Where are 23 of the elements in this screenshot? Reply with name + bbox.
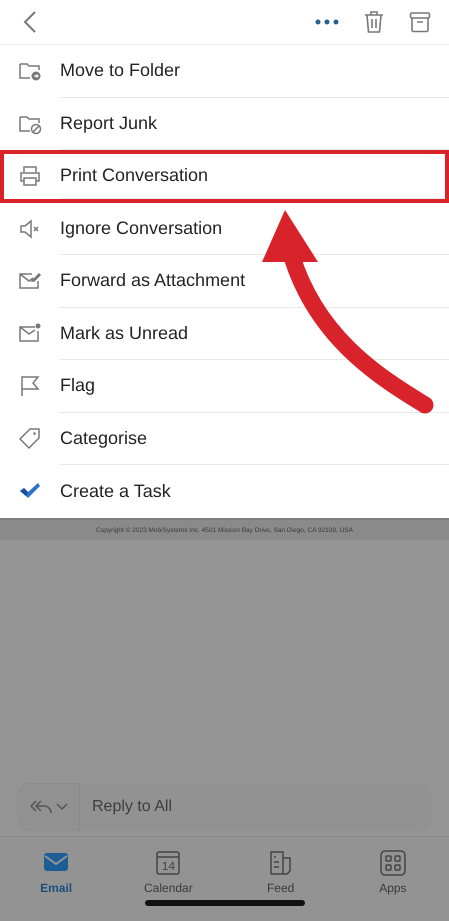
- reply-all-icon: [30, 798, 68, 814]
- archive-icon: [409, 11, 431, 33]
- tab[interactable]: 14 Calendar: [112, 836, 224, 898]
- printer-icon: [18, 164, 42, 188]
- menu-item[interactable]: Ignore Conversation: [0, 202, 449, 255]
- back-icon: [22, 10, 38, 34]
- menu-item[interactable]: Move to Folder: [0, 45, 449, 98]
- apps-icon: [378, 848, 407, 876]
- menu-item[interactable]: Flag: [0, 360, 449, 412]
- tag-icon: [18, 426, 42, 451]
- menu-item[interactable]: Categorise: [0, 412, 449, 465]
- menu-item[interactable]: Print Conversation: [0, 150, 449, 202]
- more-icon: [315, 19, 339, 25]
- calendar-icon: [154, 848, 182, 876]
- tab[interactable]: Apps: [336, 836, 449, 898]
- calendar-day: 14: [154, 860, 182, 872]
- menu-item[interactable]: Mark as Unread: [0, 308, 449, 360]
- menu-item[interactable]: Create a Task: [0, 465, 449, 518]
- reply-all-button[interactable]: [17, 782, 80, 830]
- menu-item[interactable]: Report Junk: [0, 98, 449, 150]
- trash-icon: [363, 10, 385, 34]
- menu-item[interactable]: Forward as Attachment: [0, 255, 449, 308]
- tab[interactable]: Feed: [224, 836, 337, 898]
